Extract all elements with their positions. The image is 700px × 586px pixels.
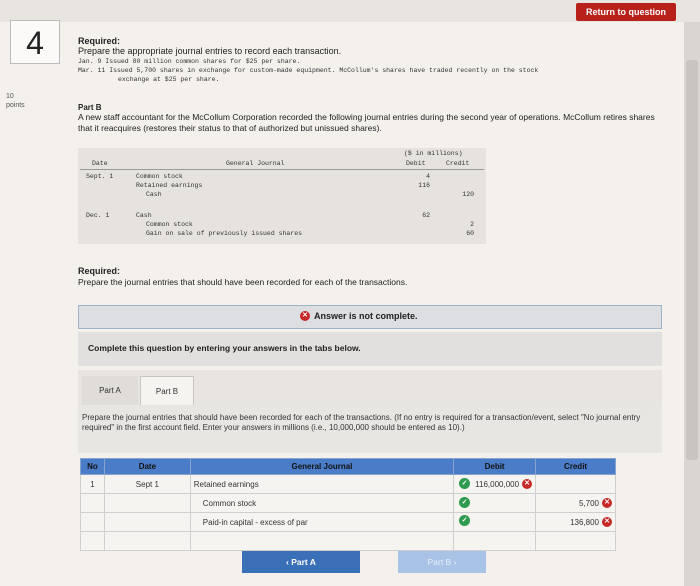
col-header-date: Date [103,458,191,475]
tab-part-b[interactable]: Part B [140,376,194,406]
col-header-general: General Journal [189,458,455,475]
table-row: Common stock 5,700 ✕ [80,493,616,513]
instruction-text: Complete this question by entering your … [88,343,361,353]
tab-instructions: Prepare the journal entries that should … [82,413,641,432]
journal-row-account: Common stock [136,173,183,180]
journal-col-date: Date [92,160,108,167]
error-icon: ✕ [602,517,612,527]
journal-divider [80,169,484,170]
answer-status-text: Answer is not complete. [314,311,418,321]
credit-field[interactable]: 136,800 ✕ [535,512,616,532]
credit-value: 136,800 [570,517,599,527]
return-to-question-button[interactable]: Return to question [576,3,676,21]
required-text: Prepare the appropriate journal entries … [78,46,342,56]
col-header-debit: Debit [453,458,537,475]
part-b-title: Part B [78,103,102,112]
check-icon: ✓ [459,497,470,508]
account-field[interactable]: Paid-in capital - excess of par [189,512,455,532]
credit-field[interactable] [535,474,616,494]
date-field[interactable] [103,531,191,551]
required-heading: Required: [78,36,121,46]
error-icon: ✕ [602,498,612,508]
answer-status: ✕ Answer is not complete. [300,311,418,321]
row-number [80,493,105,513]
points-label: 10 points [6,93,25,109]
required-text-2: Prepare the journal entries that should … [78,277,408,287]
error-icon: ✕ [522,479,533,489]
journal-row-date: Sept. 1 [86,173,114,180]
journal-row-account: Cash [146,191,162,198]
check-icon: ✓ [459,478,470,489]
account-field[interactable] [189,531,455,551]
journal-row-account: Cash [136,212,152,219]
next-part-button[interactable]: Part B › [398,551,486,573]
table-header-row: No Date General Journal Debit Credit [80,458,616,475]
credit-field[interactable]: 5,700 ✕ [535,493,616,513]
debit-field[interactable] [453,531,537,551]
journal-row-account: Retained earnings [136,182,203,189]
journal-col-credit: Credit [446,160,470,167]
account-field[interactable]: Retained earnings [189,474,455,494]
transaction-mar-cont: exchange at $25 per share. [118,76,220,83]
journal-row-debit: 62 [422,212,430,219]
journal-col-debit: Debit [406,160,426,167]
table-row [80,531,616,551]
row-number [80,531,105,551]
table-row: Paid-in capital - excess of par 136,800 ✕ [80,512,616,532]
answer-journal-table: No Date General Journal Debit Credit 1 S… [80,458,616,551]
journal-row-debit: 4 [426,173,430,180]
journal-row-credit: 60 [466,230,474,237]
tab-part-a[interactable]: Part A [82,376,138,406]
error-icon: ✕ [300,311,310,321]
col-header-no: No [80,458,105,475]
check-icon: ✓ [459,515,470,526]
journal-row-debit: 116 [418,182,430,189]
date-field[interactable] [103,493,191,513]
table-row: 1 Sept 1 Retained earnings 116,000,000 ✕ [80,474,616,494]
journal-units: ($ in millions) [404,150,463,157]
credit-value: 5,700 [578,498,599,508]
transaction-mar: Mar. 11 Issued 5,700 shares in exchange … [78,67,539,74]
journal-row-credit: 2 [470,221,474,228]
row-number [80,512,105,532]
required-heading-2: Required: [78,266,121,276]
journal-row-account: Gain on sale of previously issued shares [146,230,303,237]
credit-field[interactable] [535,531,616,551]
col-header-credit: Credit [535,458,616,475]
prev-part-a-button[interactable]: ‹ Part A [242,551,360,573]
debit-value: 116,000,000 [475,479,520,489]
row-number: 1 [80,474,105,494]
question-number: 4 [10,20,60,64]
journal-row-account: Common stock [146,221,193,228]
transaction-jan: Jan. 9 Issued 80 million common shares f… [78,58,301,65]
date-field[interactable] [103,512,191,532]
journal-row-date: Dec. 1 [86,212,110,219]
scrollbar-thumb[interactable] [686,60,698,460]
part-b-description: A new staff accountant for the McCollum … [78,112,655,133]
journal-row-credit: 120 [462,191,474,198]
account-field[interactable]: Common stock [189,493,455,513]
journal-col-general: General Journal [226,160,285,167]
date-field[interactable]: Sept 1 [103,474,191,494]
